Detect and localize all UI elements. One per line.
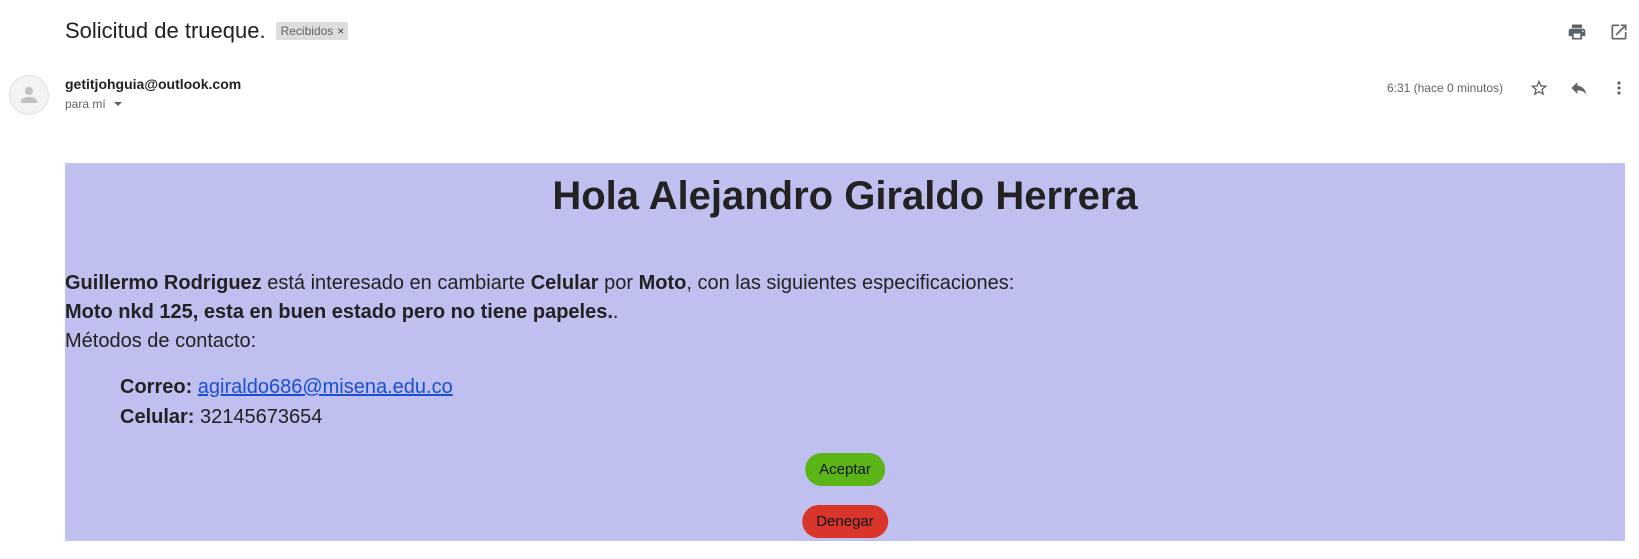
contact-list: Correo: agiraldo686@misena.edu.co Celula… [65,372,1625,432]
recipient-text: para mí [65,97,106,111]
star-icon[interactable] [1527,76,1551,100]
reply-icon[interactable] [1567,76,1591,100]
greeting-heading: Hola Alejandro Giraldo Herrera [552,174,1138,218]
contact-phone-row: Celular: 32145673654 [120,402,1625,432]
item-mine: Celular [530,272,599,294]
contact-email-row: Correo: agiraldo686@misena.edu.co [120,372,1625,402]
specs-tail: . [612,301,619,323]
requester-name: Guillermo Rodriguez [65,272,262,294]
accept-button[interactable]: Aceptar [805,453,885,486]
offer-text-for: por [598,272,639,294]
avatar-person-icon[interactable] [9,75,49,115]
contact-email-label: Correo: [120,376,193,398]
offer-paragraph: Guillermo Rodriguez está interesado en c… [65,269,1625,356]
print-icon[interactable] [1565,20,1589,44]
label-chip-inbox[interactable]: Recibidos × [275,22,349,40]
open-in-new-window-icon[interactable] [1607,20,1631,44]
sender-email[interactable]: getitjohguia@outlook.com [65,76,241,92]
chevron-down-icon [113,102,122,106]
offer-line: Guillermo Rodriguez está interesado en c… [65,269,1625,298]
offer-text-specs: , con las siguientes especificaciones: [686,272,1015,294]
contact-phone-label: Celular: [120,406,195,428]
email-body: Hola Alejandro Giraldo Herrera Guillermo… [65,163,1625,541]
offer-text-interested: está interesado en cambiarte [261,272,531,294]
label-chip-text: Recibidos [280,24,334,38]
specs-line: Moto nkd 125, esta en buen estado pero n… [65,298,1625,327]
remove-label-icon[interactable]: × [337,24,344,38]
item-theirs: Moto [638,272,687,294]
deny-button[interactable]: Denegar [802,505,888,538]
recipient-details-toggle[interactable]: para mí [65,97,122,111]
message-meta: 6:31 (hace 0 minutos) [1387,76,1631,100]
top-toolbar [1565,20,1631,44]
subject-text: Solicitud de trueque. [65,18,266,43]
email-subject: Solicitud de trueque. Recibidos × [65,18,349,44]
message-time: 6:31 (hace 0 minutos) [1386,81,1503,95]
item-specs: Moto nkd 125, esta en buen estado pero n… [65,301,613,323]
more-vert-icon[interactable] [1607,76,1631,100]
contact-methods-label: Métodos de contacto: [65,330,257,352]
contact-email-link[interactable]: agiraldo686@misena.edu.co [198,376,453,398]
contact-phone-value: 32145673654 [200,406,323,428]
